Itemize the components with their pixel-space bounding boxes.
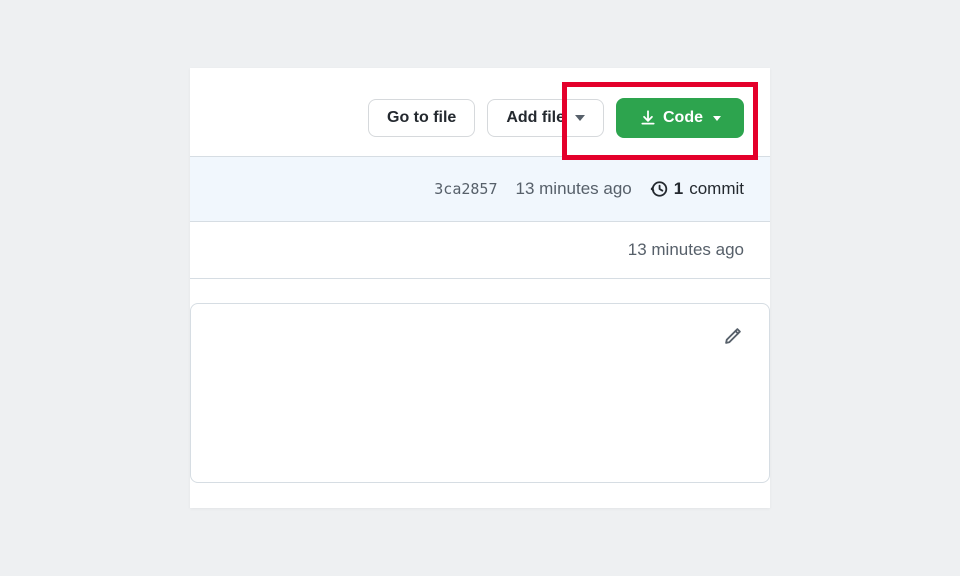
add-file-button[interactable]: Add file <box>487 99 604 137</box>
go-to-file-label: Go to file <box>387 110 456 126</box>
commit-hash[interactable]: 3ca2857 <box>434 180 497 198</box>
download-icon <box>639 109 657 127</box>
code-label: Code <box>663 110 703 126</box>
readme-panel <box>190 303 770 483</box>
pencil-icon <box>723 326 743 346</box>
commits-link[interactable]: 1 commit <box>650 179 744 199</box>
repo-panel: Go to file Add file Code 3ca2857 13 minu… <box>190 68 770 508</box>
caret-down-icon <box>575 115 585 121</box>
file-updated-time: 13 minutes ago <box>628 240 744 260</box>
latest-commit-bar: 3ca2857 13 minutes ago 1 commit <box>190 156 770 222</box>
commit-count-label: commit <box>689 179 744 199</box>
code-button[interactable]: Code <box>616 98 744 138</box>
add-file-label: Add file <box>506 110 565 126</box>
commit-time[interactable]: 13 minutes ago <box>516 179 632 199</box>
go-to-file-button[interactable]: Go to file <box>368 99 475 137</box>
edit-readme-button[interactable] <box>723 326 743 346</box>
caret-down-icon <box>713 116 721 121</box>
file-row: 13 minutes ago <box>190 222 770 279</box>
commit-count-number: 1 <box>674 179 683 199</box>
repo-toolbar: Go to file Add file Code <box>190 68 770 156</box>
history-icon <box>650 180 668 198</box>
